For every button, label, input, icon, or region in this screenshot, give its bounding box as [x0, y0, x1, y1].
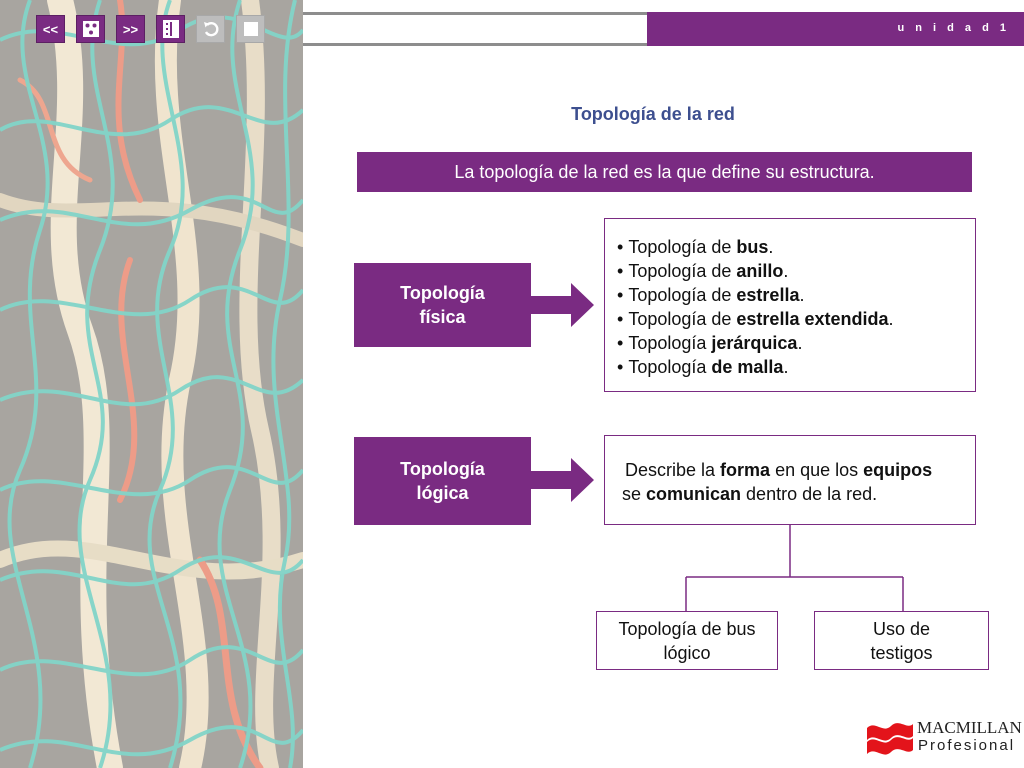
- token-passing-box: Uso de testigos: [814, 611, 989, 670]
- logical-bus-line2: lógico: [663, 642, 711, 663]
- logical-bus-box: Topología de bus lógico: [596, 611, 778, 670]
- logo-text-macmillan: MACMILLAN: [917, 718, 1022, 737]
- logo-text-profesional: Profesional: [918, 737, 1016, 754]
- macmillan-flag-icon: [867, 723, 913, 755]
- logical-bus-line1: Topología de bus: [618, 618, 756, 639]
- token-line1: Uso de: [872, 618, 931, 639]
- token-line2: testigos: [870, 642, 933, 663]
- macmillan-logo: MACMILLAN Profesional: [865, 714, 1022, 758]
